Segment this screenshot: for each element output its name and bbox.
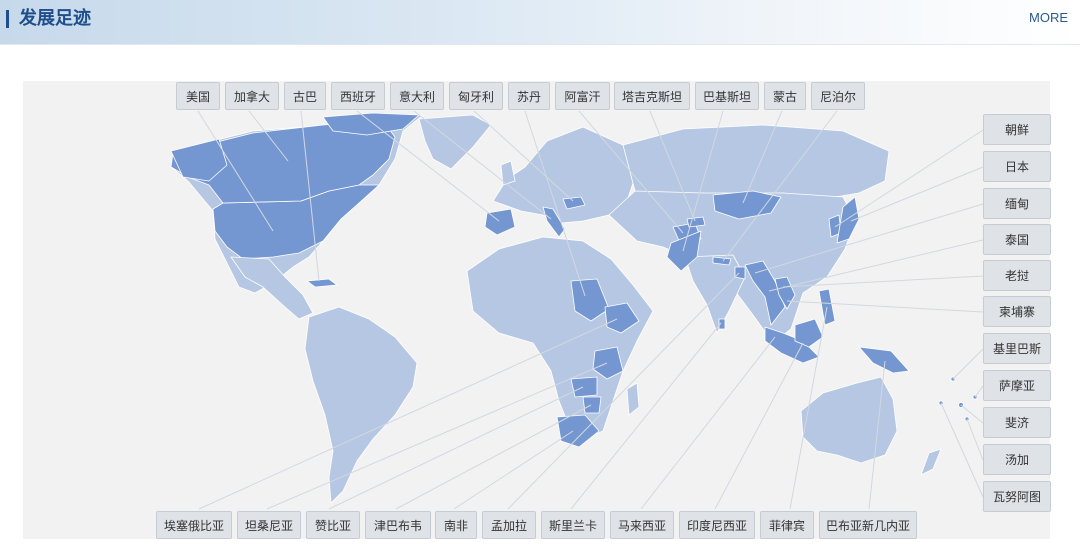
country-tag[interactable]: 萨摩亚 — [983, 370, 1051, 401]
region-madagascar — [626, 382, 640, 416]
country-tag[interactable]: 蒙古 — [764, 82, 806, 110]
world-map-panel: 美国 加拿大 古巴 西班牙 意大利 匈牙利 苏丹 阿富汗 塔吉克斯坦 巴基斯坦 … — [23, 81, 1051, 539]
country-tag[interactable]: 古巴 — [284, 82, 326, 110]
region-spain — [484, 208, 516, 236]
country-tag[interactable]: 西班牙 — [331, 82, 385, 110]
country-tag[interactable]: 菲律宾 — [760, 511, 814, 539]
region-australia — [800, 376, 898, 464]
region-new-zealand — [920, 448, 942, 476]
country-tag[interactable]: 塔吉克斯坦 — [614, 82, 690, 110]
region-europe — [492, 126, 636, 224]
region-south-america — [304, 306, 418, 504]
region-russia — [622, 124, 890, 200]
world-map — [170, 110, 984, 510]
title-accent-bar — [6, 10, 9, 28]
country-tag[interactable]: 缅甸 — [983, 188, 1051, 219]
region-cuba — [306, 278, 338, 288]
country-tag[interactable]: 日本 — [983, 151, 1051, 182]
country-tag[interactable]: 斐济 — [983, 407, 1051, 438]
country-tag[interactable]: 基里巴斯 — [983, 333, 1051, 364]
country-tag[interactable]: 老挝 — [983, 260, 1051, 291]
region-zimbabwe — [582, 396, 602, 414]
country-tag[interactable]: 南非 — [435, 511, 477, 539]
country-tag[interactable]: 巴基斯坦 — [695, 82, 759, 110]
section-title: 发展足迹 — [19, 8, 91, 29]
country-tag[interactable]: 印度尼西亚 — [679, 511, 755, 539]
country-tag[interactable]: 加拿大 — [225, 82, 279, 110]
country-tag[interactable]: 马来西亚 — [610, 511, 674, 539]
region-tajikistan — [686, 216, 706, 228]
country-tag[interactable]: 匈牙利 — [449, 82, 503, 110]
region-bangladesh — [734, 266, 746, 280]
country-tag[interactable]: 汤加 — [983, 444, 1051, 475]
country-tag[interactable]: 朝鲜 — [983, 114, 1051, 145]
country-tag[interactable]: 阿富汗 — [555, 82, 610, 110]
region-africa — [466, 236, 654, 438]
region-zambia — [570, 376, 598, 398]
country-tag[interactable]: 尼泊尔 — [811, 82, 865, 110]
country-tag[interactable]: 意大利 — [390, 82, 444, 110]
country-tag[interactable]: 坦桑尼亚 — [237, 511, 301, 539]
country-tag[interactable]: 瓦努阿图 — [983, 481, 1051, 512]
country-tag[interactable]: 巴布亚新几内亚 — [819, 511, 917, 539]
country-tag[interactable]: 孟加拉 — [482, 511, 536, 539]
country-tag[interactable]: 美国 — [176, 82, 220, 110]
section-header: 发展足迹 MORE — [0, 0, 1080, 45]
country-tag[interactable]: 埃塞俄比亚 — [156, 511, 232, 539]
country-tag[interactable]: 柬埔寨 — [983, 296, 1051, 327]
country-tag[interactable]: 泰国 — [983, 224, 1051, 255]
country-tag[interactable]: 苏丹 — [508, 82, 550, 110]
country-tag[interactable]: 赞比亚 — [306, 511, 360, 539]
country-tag[interactable]: 斯里兰卡 — [541, 511, 605, 539]
region-arctic-islands — [322, 112, 420, 136]
country-tag[interactable]: 津巴布韦 — [365, 511, 431, 539]
more-link[interactable]: MORE — [1029, 9, 1068, 27]
region-borneo — [794, 318, 824, 348]
